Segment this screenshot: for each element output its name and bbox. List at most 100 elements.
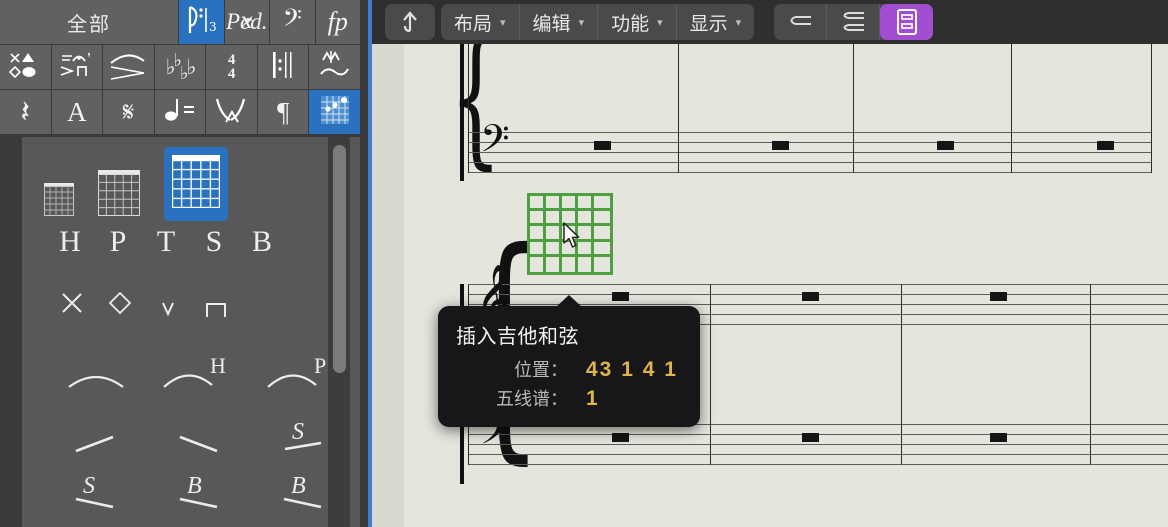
barline bbox=[1151, 44, 1152, 173]
palette-keysignatures-button[interactable]: ♭♭♭♭ bbox=[155, 45, 207, 90]
palette-lyrics-button[interactable]: ¶ bbox=[258, 90, 310, 135]
application-window: 全部 3 x 𝄼 Pe bbox=[0, 0, 1168, 527]
palette-bowing-button[interactable] bbox=[206, 90, 258, 135]
chord-diagram-large-icon bbox=[172, 160, 220, 208]
technique-letter-h[interactable]: H bbox=[46, 225, 94, 259]
chevron-down-icon: ▾ bbox=[500, 16, 506, 29]
rest-icon: 𝄽 bbox=[21, 97, 31, 128]
go-up-button[interactable] bbox=[385, 4, 435, 40]
insert-guitar-chord-tooltip: 插入吉他和弦 位置： 43 1 4 1 五线谱： 1 bbox=[438, 306, 700, 427]
menu-function[interactable]: 功能 ▾ bbox=[598, 4, 677, 40]
clef-tuplet-icon: 3 bbox=[186, 3, 216, 42]
palette-repeats-button[interactable]: 𝄋 bbox=[103, 90, 155, 135]
menu-display-label: 显示 bbox=[690, 9, 728, 36]
hammer-on-symbol[interactable]: H bbox=[148, 355, 252, 396]
slide-up-symbol[interactable] bbox=[44, 431, 148, 462]
menu-edit-label: 编辑 bbox=[533, 9, 571, 36]
palette-tempo-button[interactable] bbox=[155, 90, 207, 135]
technique-letter-t[interactable]: T bbox=[142, 225, 190, 259]
page-left-margin bbox=[372, 44, 404, 527]
galley-view-icon bbox=[838, 9, 868, 35]
staff-line bbox=[468, 464, 1168, 465]
repeat-barline-icon bbox=[270, 49, 296, 86]
palette-clefs-button[interactable]: 3 bbox=[179, 0, 225, 45]
menu-display[interactable]: 显示 ▾ bbox=[677, 4, 755, 40]
diamond-symbol[interactable] bbox=[96, 290, 144, 321]
slide-s-bottom-symbol[interactable]: S bbox=[44, 469, 148, 518]
view-mode-page[interactable] bbox=[880, 4, 933, 40]
articulations-icon bbox=[59, 50, 95, 85]
chevron-down-icon: ▾ bbox=[736, 16, 742, 29]
whole-rest bbox=[594, 141, 611, 150]
chord-diagram-small[interactable] bbox=[44, 183, 74, 221]
tooltip-row-position: 位置： 43 1 4 1 bbox=[456, 356, 678, 382]
technique-letters-row: H P T S B bbox=[46, 225, 286, 259]
down-bow-symbol[interactable] bbox=[144, 285, 192, 326]
svg-text:S: S bbox=[292, 419, 304, 445]
main-toolbar: 布局 ▾ 编辑 ▾ 功能 ▾ 显示 ▾ bbox=[372, 0, 1168, 44]
barline bbox=[901, 284, 902, 465]
palette-panel: 全部 3 x 𝄼 Pe bbox=[0, 0, 368, 527]
technique-letter-b[interactable]: B bbox=[238, 225, 286, 259]
palette-pedal-button[interactable]: x 𝄼 Ped. bbox=[225, 0, 271, 45]
staff-line bbox=[468, 132, 1151, 133]
slide-s-symbol[interactable]: S bbox=[252, 415, 356, 462]
palette-guitar-button[interactable] bbox=[309, 90, 360, 135]
slur-symbol[interactable] bbox=[44, 365, 148, 396]
staff-line bbox=[468, 152, 1151, 153]
palette-toolbar: 全部 3 x 𝄼 Pe bbox=[0, 0, 360, 135]
chord-diagram-medium[interactable] bbox=[98, 170, 140, 221]
palette-barlines-button[interactable] bbox=[258, 45, 310, 90]
palette-lines-button[interactable] bbox=[103, 45, 155, 90]
tooltip-row-staff: 五线谱： 1 bbox=[456, 385, 678, 411]
menu-layout[interactable]: 布局 ▾ bbox=[441, 4, 520, 40]
time-signature-icon: 44 bbox=[228, 53, 236, 82]
palette-toolbar-row-2: ♭♭♭♭ 44 bbox=[0, 45, 360, 90]
palette-all-label: 全部 bbox=[67, 8, 111, 37]
tooltip-staff-key: 五线谱： bbox=[456, 385, 568, 411]
svg-text:B: B bbox=[187, 473, 202, 499]
tooltip-position-key: 位置： bbox=[456, 356, 568, 382]
whole-rest bbox=[990, 433, 1007, 442]
view-mode-galley[interactable] bbox=[827, 4, 880, 40]
slur-hairpin-icon bbox=[108, 50, 148, 85]
view-mode-single[interactable] bbox=[774, 4, 827, 40]
palette-all-button[interactable]: 全部 bbox=[0, 0, 179, 45]
palette-clef-button[interactable]: 𝄢 bbox=[270, 0, 316, 45]
staff-line bbox=[468, 444, 1168, 445]
whole-rest bbox=[1097, 141, 1114, 150]
chevron-down-icon: ▾ bbox=[657, 16, 663, 29]
text-icon: A bbox=[67, 97, 87, 128]
tempo-icon bbox=[162, 96, 198, 129]
up-bow-symbol[interactable] bbox=[192, 285, 240, 326]
cross-symbol[interactable] bbox=[48, 290, 96, 321]
bend-b-symbol-1[interactable]: B bbox=[148, 469, 252, 518]
palette-articulations-button[interactable] bbox=[52, 45, 104, 90]
chord-diagram-small-icon bbox=[44, 186, 74, 216]
palette-rests-button[interactable]: 𝄽 bbox=[0, 90, 52, 135]
ornaments-icon bbox=[317, 50, 353, 85]
svg-text:S: S bbox=[83, 473, 95, 499]
palette-scrollbar-thumb[interactable] bbox=[333, 145, 346, 373]
score-canvas[interactable]: { 𝄢 { bbox=[372, 44, 1168, 527]
technique-letter-s[interactable]: S bbox=[190, 225, 238, 259]
menu-bar-group: 布局 ▾ 编辑 ▾ 功能 ▾ 显示 ▾ bbox=[441, 4, 754, 40]
staff-line bbox=[468, 172, 1151, 173]
slide-down-symbol[interactable] bbox=[148, 431, 252, 462]
whole-rest bbox=[612, 292, 629, 301]
palette-text-button[interactable]: A bbox=[52, 90, 104, 135]
barline bbox=[678, 44, 679, 173]
bend-b-symbol-2[interactable]: B bbox=[252, 469, 356, 518]
paragraph-icon: ¶ bbox=[277, 97, 289, 128]
palette-noteheads-button[interactable] bbox=[0, 45, 52, 90]
chord-diagram-ghost[interactable] bbox=[527, 193, 613, 275]
staff-line bbox=[468, 162, 1151, 163]
whole-rest bbox=[802, 433, 819, 442]
palette-ornaments-button[interactable] bbox=[309, 45, 360, 90]
palette-dynamics-button[interactable]: fp bbox=[316, 0, 361, 45]
palette-timesignatures-button[interactable]: 44 bbox=[206, 45, 258, 90]
pull-off-symbol[interactable]: P bbox=[252, 355, 356, 396]
menu-edit[interactable]: 编辑 ▾ bbox=[520, 4, 599, 40]
chord-diagram-large[interactable] bbox=[164, 147, 228, 221]
technique-letter-p[interactable]: P bbox=[94, 225, 142, 259]
